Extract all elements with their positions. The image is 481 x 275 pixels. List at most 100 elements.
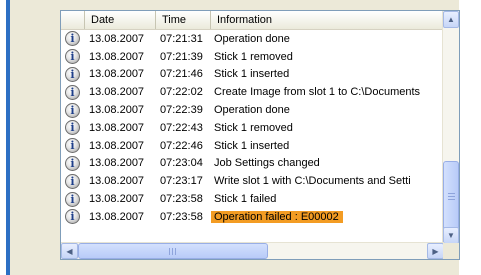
row-date: 13.08.2007 [89, 139, 145, 152]
column-header-date[interactable]: Date [85, 11, 156, 29]
table-row[interactable]: 13.08.2007 07:23:58 Operation failed : E00… [61, 208, 444, 226]
grip-line [448, 199, 455, 200]
grip-line [448, 193, 455, 194]
row-icon-cell [61, 173, 85, 190]
grip-line [172, 248, 173, 255]
row-message: Operation done [214, 104, 290, 117]
row-date: 13.08.2007 [89, 68, 145, 81]
row-date: 13.08.2007 [89, 104, 145, 117]
scroll-up-button[interactable]: ▲ [443, 11, 459, 28]
row-message: Write slot 1 with C:\Documents and Setti [214, 175, 411, 188]
log-rows: 13.08.200707:21:31Operation done13.08.20… [61, 30, 444, 226]
row-date: 13.08.2007 [89, 175, 145, 188]
row-time: 07:22:02 [160, 86, 203, 99]
row-information: Operation failed : E00002 [211, 210, 444, 223]
log-list-view[interactable]: Date Time Information 13.08.2007 07:21:31… [60, 10, 460, 260]
row-information: Stick 1 inserted [211, 68, 444, 80]
row-time: 07:22:39 [160, 104, 203, 117]
info-icon [65, 191, 80, 207]
table-row[interactable]: 13.08.2007 07:23:58 Stick 1 failed [61, 190, 444, 208]
scrollbar-corner [443, 243, 459, 259]
row-icon-cell [61, 102, 85, 119]
info-icon [65, 84, 80, 100]
row-information: Stick 1 removed [211, 51, 444, 63]
row-time: 07:23:58 [160, 193, 203, 206]
table-row[interactable]: 13.08.2007 07:22:46 Stick 1 inserted [61, 137, 444, 155]
row-information: Stick 1 failed [211, 193, 444, 205]
row-date: 13.08.2007 [89, 86, 145, 99]
info-icon [65, 120, 80, 136]
info-icon [65, 209, 80, 225]
row-time: 07:21:46 [160, 68, 203, 81]
row-time: 07:21:39 [160, 50, 203, 63]
row-icon-cell [61, 30, 85, 47]
row-message: Stick 1 inserted [214, 68, 290, 81]
scroll-left-button[interactable]: ◀ [61, 243, 78, 259]
info-icon [65, 49, 80, 65]
row-information: Write slot 1 with C:\Documents and Setti [211, 175, 444, 187]
vertical-scrollbar[interactable]: ▲ ▼ [442, 11, 459, 244]
column-header-information[interactable]: Information [211, 11, 444, 29]
scroll-down-button[interactable]: ▼ [443, 227, 459, 244]
info-icon [65, 102, 80, 118]
table-row[interactable]: 13.08.2007 07:21:31 Operation done [61, 30, 444, 48]
row-message: Job Settings changed [214, 157, 320, 170]
table-row[interactable]: 13.08.2007 07:23:04 Job Settings changed [61, 155, 444, 173]
row-date: 13.08.2007 [89, 157, 145, 170]
grip-line [175, 248, 176, 255]
row-date: 13.08.2007 [89, 193, 145, 206]
row-icon-cell [61, 155, 85, 172]
table-row[interactable]: 13.08.2007 07:21:39 Stick 1 removed [61, 48, 444, 66]
row-information: Stick 1 removed [211, 122, 444, 134]
list-header: Date Time Information [61, 11, 444, 30]
row-message: Create Image from slot 1 to C:\Documents [214, 86, 421, 99]
horizontal-scroll-thumb[interactable] [78, 243, 268, 259]
row-message: Stick 1 inserted [214, 139, 290, 152]
row-message: Operation done [214, 32, 290, 45]
row-time: 07:23:04 [160, 157, 203, 170]
info-icon [65, 155, 80, 171]
row-time: 07:22:43 [160, 121, 203, 134]
row-icon-cell [61, 48, 85, 65]
grip-line [448, 196, 455, 197]
column-header-time[interactable]: Time [156, 11, 211, 29]
horizontal-scrollbar[interactable]: ◀ ▶ [61, 242, 444, 259]
row-message: Stick 1 failed [214, 193, 277, 206]
vertical-scroll-thumb[interactable] [443, 161, 459, 231]
table-row[interactable]: 13.08.2007 07:22:02 Create Image from slo… [61, 83, 444, 101]
row-date: 13.08.2007 [89, 32, 145, 45]
table-row[interactable]: 13.08.2007 07:21:46 Stick 1 inserted [61, 66, 444, 84]
info-icon [65, 31, 80, 47]
row-icon-cell [61, 119, 85, 136]
info-icon [65, 66, 80, 82]
chevron-up-icon: ▲ [447, 15, 455, 24]
table-row[interactable]: 13.08.2007 07:22:43 Stick 1 removed [61, 119, 444, 137]
row-information: Operation done [211, 33, 444, 45]
row-time: 07:23:17 [160, 175, 203, 188]
row-date: 13.08.2007 [89, 121, 145, 134]
left-accent-bar [0, 0, 10, 275]
chevron-left-icon: ◀ [66, 246, 73, 256]
row-icon-cell [61, 137, 85, 154]
row-date: 13.08.2007 [89, 50, 145, 63]
row-information: Stick 1 inserted [211, 140, 444, 152]
column-header-icon[interactable] [61, 11, 85, 29]
row-icon-cell [61, 208, 85, 225]
row-information: Create Image from slot 1 to C:\Documents [211, 86, 444, 98]
row-message: Stick 1 removed [214, 121, 293, 134]
row-time: 07:22:46 [160, 139, 203, 152]
error-message-highlight: Operation failed : E00002 [211, 210, 343, 223]
table-row[interactable]: 13.08.2007 07:23:17 Write slot 1 with C:\… [61, 172, 444, 190]
row-date: 13.08.2007 [89, 210, 145, 223]
scroll-right-button[interactable]: ▶ [427, 243, 444, 259]
row-icon-cell [61, 66, 85, 83]
table-row[interactable]: 13.08.2007 07:22:39 Operation done [61, 101, 444, 119]
chevron-right-icon: ▶ [432, 246, 439, 256]
row-icon-cell [61, 84, 85, 101]
row-information: Operation done [211, 104, 444, 116]
chevron-down-icon: ▼ [447, 231, 455, 240]
row-time: 07:21:31 [160, 32, 203, 45]
row-icon-cell [61, 191, 85, 208]
row-message: Stick 1 removed [214, 50, 293, 63]
row-information: Job Settings changed [211, 157, 444, 169]
